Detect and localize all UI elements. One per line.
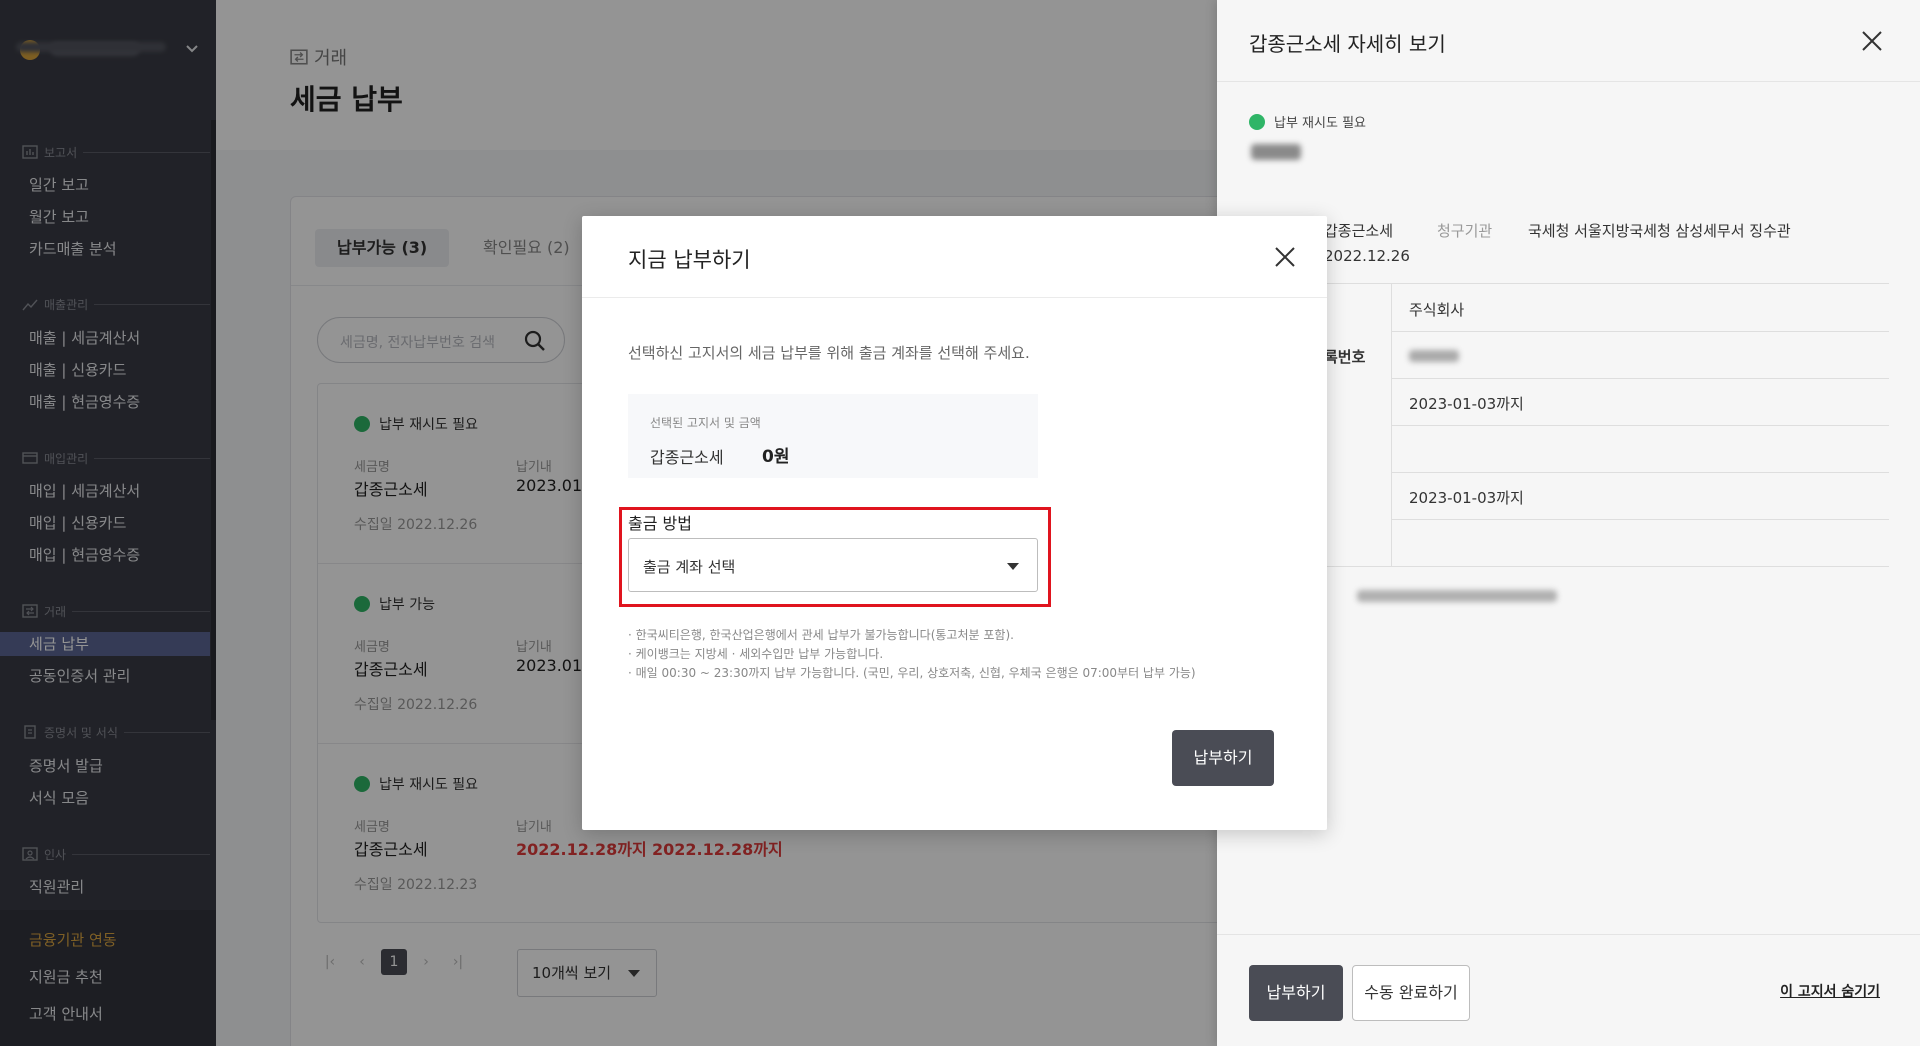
pay-button[interactable]: 납부하기 xyxy=(1249,965,1343,1021)
table-divider xyxy=(1391,331,1889,332)
modal-description: 선택하신 고지서의 세금 납부를 위해 출금 계좌를 선택해 주세요. xyxy=(628,344,1030,362)
modal-title: 지금 납부하기 xyxy=(628,248,751,272)
selected-bill-box: 선택된 고지서 및 금액 갑종근소세 0원 xyxy=(628,394,1038,478)
panel-header: 갑종근소세 자세히 보기 xyxy=(1217,0,1920,82)
withdraw-account-select[interactable]: 출금 계좌 선택 xyxy=(628,538,1038,592)
table-divider xyxy=(1391,378,1889,379)
selected-tax-name: 갑종근소세 xyxy=(650,448,724,467)
panel-tax-name: 갑종근소세 xyxy=(1324,222,1394,240)
table-divider xyxy=(1324,283,1889,284)
reg-number-redacted xyxy=(1409,350,1459,362)
panel-status: 납부 재시도 필요 xyxy=(1249,112,1366,131)
company-value: 주식회사 xyxy=(1409,301,1465,319)
select-value: 출금 계좌 선택 xyxy=(643,558,736,576)
table-divider xyxy=(1391,472,1889,473)
panel-title: 갑종근소세 자세히 보기 xyxy=(1249,32,1446,56)
notice-item: · 매일 00:30 ~ 23:30까지 납부 가능합니다. (국민, 우리, … xyxy=(628,666,1196,680)
amount-redacted xyxy=(1251,144,1301,160)
payment-number-redacted xyxy=(1357,590,1557,602)
panel-footer: 납부하기 수동 완료하기 이 고지서 숨기기 xyxy=(1217,934,1920,1046)
close-icon[interactable] xyxy=(1274,246,1296,268)
submit-pay-button[interactable]: 납부하기 xyxy=(1172,730,1274,786)
panel-collected-date: 2022.12.26 xyxy=(1324,247,1410,265)
pay-now-modal: 지금 납부하기 선택하신 고지서의 세금 납부를 위해 출금 계좌를 선택해 주… xyxy=(582,216,1327,830)
reg-number-label: 록번호 xyxy=(1324,348,1366,366)
modal-header: 지금 납부하기 xyxy=(582,216,1327,298)
due-date-2: 2023-01-03까지 xyxy=(1409,489,1524,507)
notice-item: · 케이뱅크는 지방세 · 세외수입만 납부 가능합니다. xyxy=(628,647,884,661)
status-dot xyxy=(1249,113,1265,130)
withdraw-method-label: 출금 방법 xyxy=(628,514,692,533)
table-divider xyxy=(1391,425,1889,426)
hide-bill-link[interactable]: 이 고지서 숨기기 xyxy=(1780,981,1880,1001)
due-date-1: 2023-01-03까지 xyxy=(1409,395,1524,413)
table-divider xyxy=(1324,566,1889,567)
close-icon[interactable] xyxy=(1859,28,1885,54)
caret-down-icon xyxy=(1007,563,1019,570)
billing-value: 국세청 서울지방국세청 삼성세무서 징수관 xyxy=(1528,222,1791,240)
selected-amount: 0원 xyxy=(762,447,790,467)
manual-complete-button[interactable]: 수동 완료하기 xyxy=(1352,965,1470,1021)
table-divider xyxy=(1391,519,1889,520)
selected-label: 선택된 고지서 및 금액 xyxy=(650,416,761,430)
notice-item: · 한국씨티은행, 한국산업은행에서 관세 납부가 불가능합니다(통고처분 포함… xyxy=(628,628,1014,642)
billing-label: 청구기관 xyxy=(1437,222,1493,240)
notice-list: · 한국씨티은행, 한국산업은행에서 관세 납부가 불가능합니다(통고처분 포함… xyxy=(628,626,1196,683)
